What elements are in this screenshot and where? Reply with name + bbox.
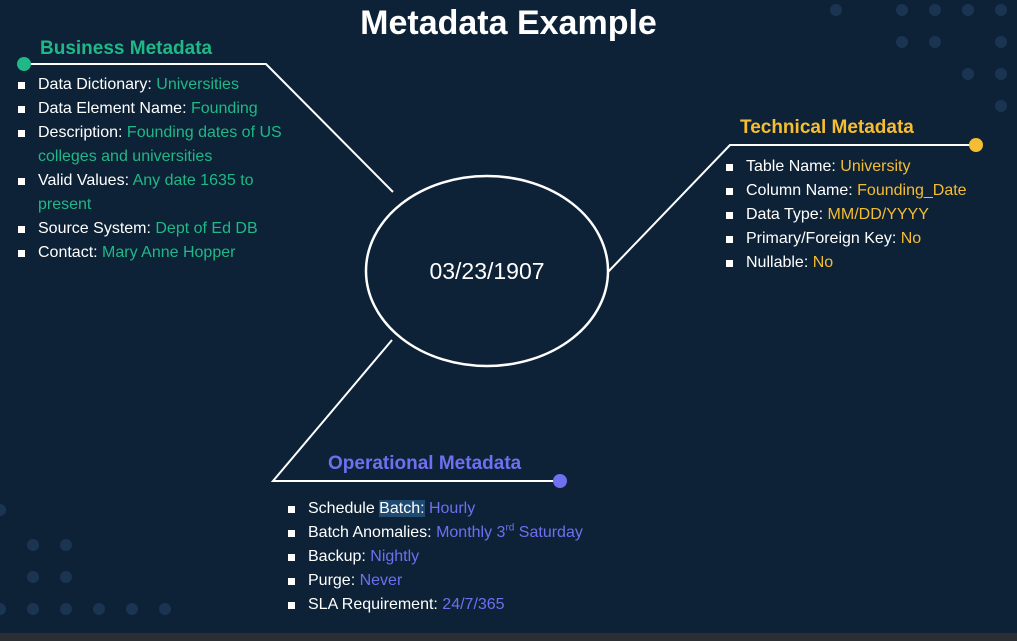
item-label: Schedule — [308, 500, 380, 517]
item-value: Dept of Ed DB — [155, 220, 258, 237]
bottom-bar — [0, 633, 1017, 641]
list-item: Data Element Name: Founding — [16, 97, 301, 121]
item-value: No — [900, 230, 922, 247]
item-label: Valid Values: — [38, 172, 133, 189]
item-label: Primary/Foreign Key: — [746, 230, 901, 247]
business-list: Data Dictionary: Universities Data Eleme… — [16, 73, 301, 265]
technical-list: Table Name: University Column Name: Foun… — [724, 155, 1014, 275]
item-label: Table Name: — [746, 158, 841, 175]
item-label: Data Element Name: — [38, 100, 191, 117]
item-value: MM/DD/YYYY — [827, 206, 929, 223]
item-label: Purge: — [308, 572, 360, 589]
item-label: Data Dictionary: — [38, 76, 157, 93]
list-item: Data Type: MM/DD/YYYY — [724, 203, 1014, 227]
list-item: Contact: Mary Anne Hopper — [16, 241, 301, 265]
item-label: Data Type: — [746, 206, 828, 223]
item-value: Founding — [190, 100, 258, 117]
item-label: SLA Requirement: — [308, 596, 443, 613]
list-item: Table Name: University — [724, 155, 1014, 179]
operational-heading: Operational Metadata — [328, 453, 522, 474]
slide: Metadata Example 03/23/1907 Business Met… — [0, 0, 1017, 641]
list-item: Source System: Dept of Ed DB — [16, 217, 301, 241]
list-item: Data Dictionary: Universities — [16, 73, 301, 97]
item-label: Source System: — [38, 220, 156, 237]
item-label: Description: — [38, 124, 127, 141]
item-value: Nightly — [370, 548, 420, 565]
list-item: Backup: Nightly — [286, 545, 586, 569]
value-part: Saturday — [514, 524, 583, 541]
item-label: Batch Anomalies: — [308, 524, 437, 541]
list-item: Description: Founding dates of US colleg… — [16, 121, 301, 169]
item-value: Hourly — [424, 500, 476, 517]
item-label: Column Name: — [746, 182, 858, 199]
item-value: Never — [359, 572, 403, 589]
item-value: Monthly 3rd Saturday — [436, 523, 583, 541]
list-item: Valid Values: Any date 1635 to present — [16, 169, 301, 217]
item-value: University — [840, 158, 911, 175]
highlighted-text[interactable]: Batch: — [379, 500, 425, 517]
list-item: Purge: Never — [286, 569, 586, 593]
center-value: 03/23/1907 — [429, 258, 545, 284]
list-item: Nullable: No — [724, 251, 1014, 275]
business-heading: Business Metadata — [40, 38, 213, 59]
item-label: Backup: — [308, 548, 371, 565]
item-value: 24/7/365 — [442, 596, 505, 613]
item-label: Contact: — [38, 244, 103, 261]
item-value: No — [812, 254, 834, 271]
list-item: Batch Anomalies: Monthly 3rd Saturday — [286, 521, 586, 545]
item-value: Mary Anne Hopper — [102, 244, 236, 261]
value-part: Monthly 3 — [436, 524, 506, 541]
item-value: Universities — [156, 76, 239, 93]
technical-heading: Technical Metadata — [740, 117, 914, 138]
item-value: Founding_Date — [857, 182, 967, 199]
item-label: Nullable: — [746, 254, 813, 271]
list-item: SLA Requirement: 24/7/365 — [286, 593, 586, 617]
operational-list: Schedule Batch: Hourly Batch Anomalies: … — [286, 497, 586, 617]
list-item: Column Name: Founding_Date — [724, 179, 1014, 203]
list-item: Primary/Foreign Key: No — [724, 227, 1014, 251]
list-item: Schedule Batch: Hourly — [286, 497, 586, 521]
